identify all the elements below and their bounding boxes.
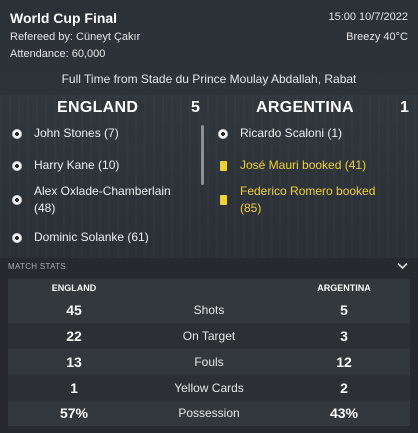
match-stats-header[interactable]: MATCH STATS	[0, 258, 418, 278]
home-event-text: Alex Oxlade-Chamberlain (48)	[34, 184, 171, 215]
football-icon	[216, 128, 230, 139]
stat-row: 13 Fouls 12	[8, 349, 410, 375]
stat-row: 45 Shots 5	[8, 297, 410, 323]
match-datetime: 15:00 10/7/2022	[328, 11, 408, 23]
stat-name: Yellow Cards	[174, 381, 244, 395]
football-icon	[10, 160, 24, 171]
weather-text: Breezy 40°C	[346, 31, 408, 43]
stat-row: 1 Yellow Cards 2	[8, 375, 410, 401]
match-stats-label: MATCH STATS	[8, 262, 66, 271]
match-stats-table: ENGLAND ARGENTINA 45 Shots 5 22 On Targe…	[8, 279, 410, 426]
yellow-card-icon	[216, 160, 230, 171]
stat-row: 22 On Target 3	[8, 323, 410, 349]
home-event-text: Harry Kane (10)	[34, 158, 120, 172]
away-event-text: José Mauri booked (41)	[240, 158, 367, 172]
yellow-card-icon	[216, 195, 230, 205]
away-team-name[interactable]: ARGENTINA	[256, 99, 354, 117]
home-event-item: Dominic Solanke (61)	[10, 229, 149, 243]
chevron-down-icon[interactable]	[397, 261, 408, 273]
away-event-item: Federico Romero booked (85)	[216, 183, 406, 217]
stat-name: Shots	[193, 303, 225, 317]
home-event-text: John Stones (7)	[34, 126, 119, 140]
stat-away-value: 43%	[329, 405, 359, 421]
stat-row: 57% Possession 43%	[8, 400, 410, 426]
football-icon	[10, 195, 24, 205]
home-score: 5	[191, 99, 200, 116]
stat-away-value: 3	[340, 328, 348, 344]
referee-text: Refereed by: Cüneyt Çakır	[10, 31, 141, 43]
away-event-text: Ricardo Scaloni (1)	[240, 126, 343, 140]
home-event-item: Harry Kane (10)	[10, 157, 119, 174]
stat-away-value: 5	[340, 302, 348, 318]
home-event-text: Dominic Solanke (61)	[34, 230, 149, 243]
home-event-item: John Stones (7)	[10, 125, 119, 142]
match-title: World Cup Final	[10, 10, 118, 26]
stat-away-value: 12	[336, 354, 352, 370]
away-event-text: Federico Romero booked (85)	[240, 184, 376, 215]
stats-away-team-label: ARGENTINA	[317, 283, 371, 293]
football-icon	[10, 232, 24, 243]
home-event-item: Alex Oxlade-Chamberlain (48)	[10, 183, 190, 217]
stat-name: On Target	[182, 329, 236, 343]
away-event-item: José Mauri booked (41)	[216, 157, 366, 174]
stats-home-team-label: ENGLAND	[51, 283, 97, 293]
home-events-list[interactable]: John Stones (7) Harry Kane (10) Alex Oxl…	[10, 125, 200, 243]
venue-text: Full Time from Stade du Prince Moulay Ab…	[61, 72, 357, 86]
away-events-list[interactable]: Ricardo Scaloni (1) José Mauri booked (4…	[216, 125, 412, 243]
match-header-panel: World Cup Final Refereed by: Cüneyt Çakı…	[0, 0, 418, 258]
home-team-name[interactable]: ENGLAND	[57, 99, 138, 117]
away-event-item: Ricardo Scaloni (1)	[216, 125, 342, 142]
football-icon	[10, 128, 24, 139]
attendance-text: Attendance: 60,000	[10, 48, 106, 60]
away-score: 1	[400, 99, 409, 116]
events-scrollbar[interactable]	[201, 125, 204, 185]
stat-away-value: 2	[340, 380, 348, 396]
